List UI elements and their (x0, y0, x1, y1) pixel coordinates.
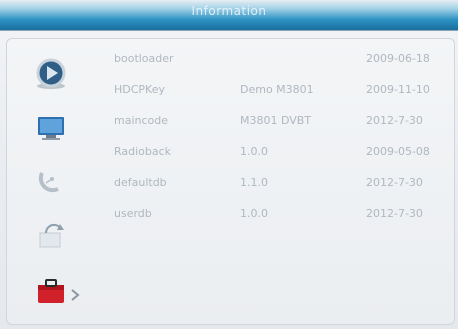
module-version: M3801 DVBT (240, 114, 312, 127)
module-name: HDCPKey (114, 83, 165, 96)
table-row: Radioback 1.0.0 2009-05-08 (114, 145, 454, 165)
page-title: Information (191, 4, 267, 18)
tv-info-screen: Information bootloader 2009-06-18 HDCPKe… (0, 0, 458, 329)
refresh-icon (39, 223, 64, 248)
table-row: bootloader 2009-06-18 (114, 52, 454, 72)
module-version: Demo M3801 (240, 83, 314, 96)
monitor-icon (38, 117, 64, 140)
sidebar-item-channels[interactable] (34, 163, 68, 197)
sidebar-item-update[interactable] (34, 219, 68, 253)
module-name: maincode (114, 114, 169, 127)
module-version: 1.1.0 (240, 176, 268, 189)
module-name: defaultdb (114, 176, 167, 189)
module-date: 2012-7-30 (366, 176, 423, 189)
module-date: 2012-7-30 (366, 114, 423, 127)
module-name: bootloader (114, 52, 174, 65)
table-row: userdb 1.0.0 2012-7-30 (114, 207, 454, 227)
module-version: 1.0.0 (240, 207, 268, 220)
sidebar-item-tools[interactable] (34, 275, 94, 309)
satellite-dish-icon (38, 172, 59, 193)
table-row: maincode M3801 DVBT 2012-7-30 (114, 114, 454, 134)
module-date: 2009-06-18 (366, 52, 430, 65)
sidebar (22, 55, 102, 315)
module-name: userdb (114, 207, 152, 220)
module-name: Radioback (114, 145, 172, 158)
module-version: 1.0.0 (240, 145, 268, 158)
table-row: HDCPKey Demo M3801 2009-11-10 (114, 83, 454, 103)
module-date: 2009-05-08 (366, 145, 430, 158)
toolbox-icon (38, 279, 80, 303)
module-date: 2009-11-10 (366, 83, 430, 96)
title-bar: Information (0, 0, 458, 31)
sidebar-item-picture[interactable] (34, 111, 68, 145)
table-row: defaultdb 1.1.0 2012-7-30 (114, 176, 454, 196)
sidebar-item-media[interactable] (34, 57, 68, 91)
module-date: 2012-7-30 (366, 207, 423, 220)
play-disc-icon (36, 58, 66, 89)
